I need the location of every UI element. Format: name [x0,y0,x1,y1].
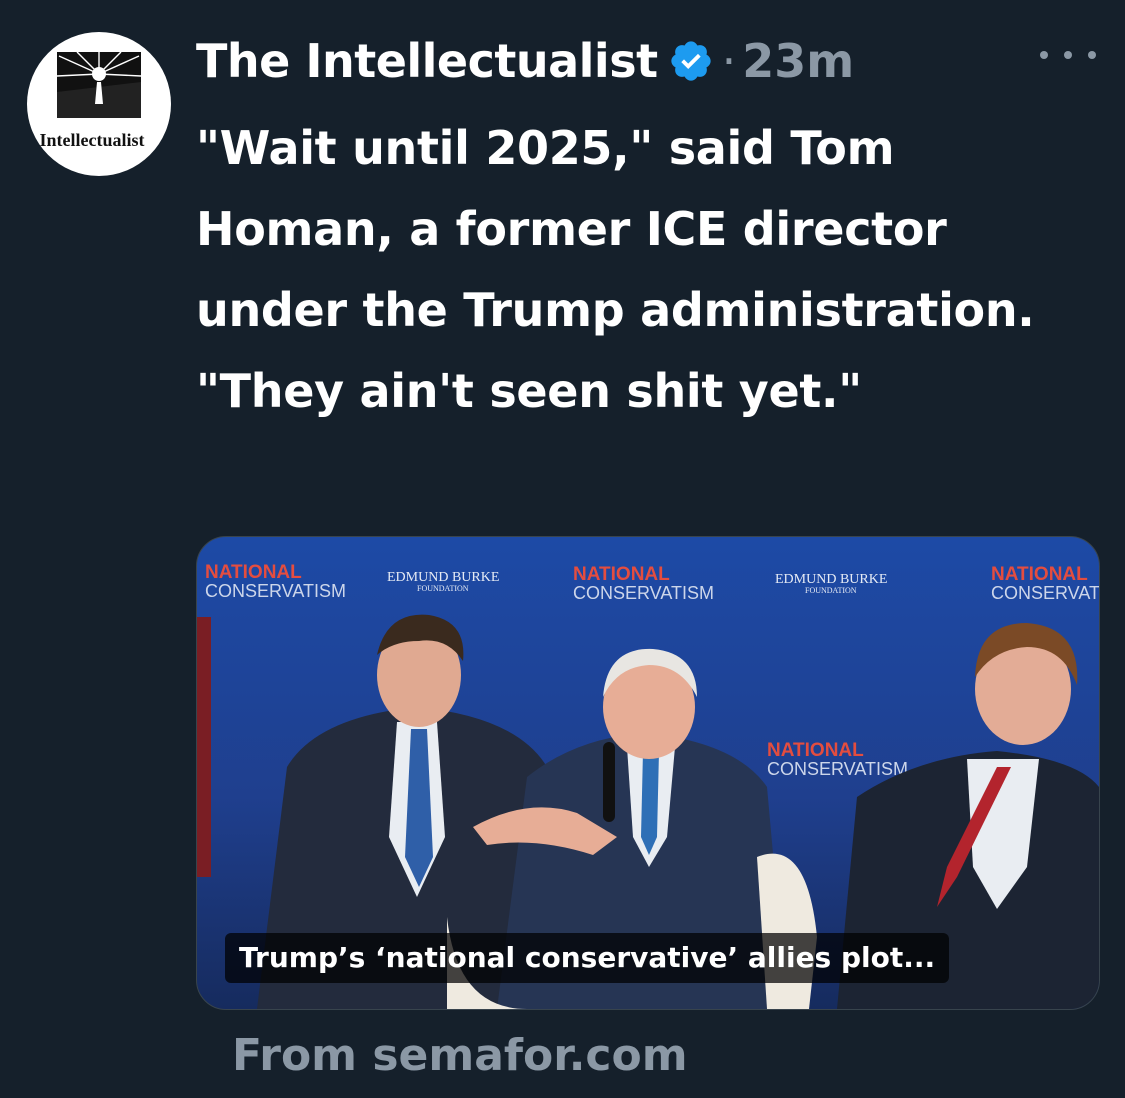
link-source[interactable]: From semafor.com [232,1030,688,1081]
avatar-logo-text: The Intellectualist [27,130,145,150]
post-text: "Wait until 2025," said Tom Homan, a for… [196,121,1035,418]
post-header: The Intellectualist · 23m [196,28,854,94]
more-options-icon[interactable] [1040,40,1096,70]
verified-badge-icon [670,41,711,81]
link-card-caption[interactable]: Trump’s ‘national conservative’ allies p… [225,933,950,983]
author-name[interactable]: The Intellectualist [196,34,658,88]
avatar-logo-art [56,51,142,118]
post-timestamp[interactable]: 23m [742,34,854,88]
link-card[interactable]: NATIONAL CONSERVATISM EDMUND BURKE FOUND… [196,536,1100,1010]
separator-dot: · [721,34,737,88]
author-avatar[interactable]: The Intellectualist [27,32,171,176]
